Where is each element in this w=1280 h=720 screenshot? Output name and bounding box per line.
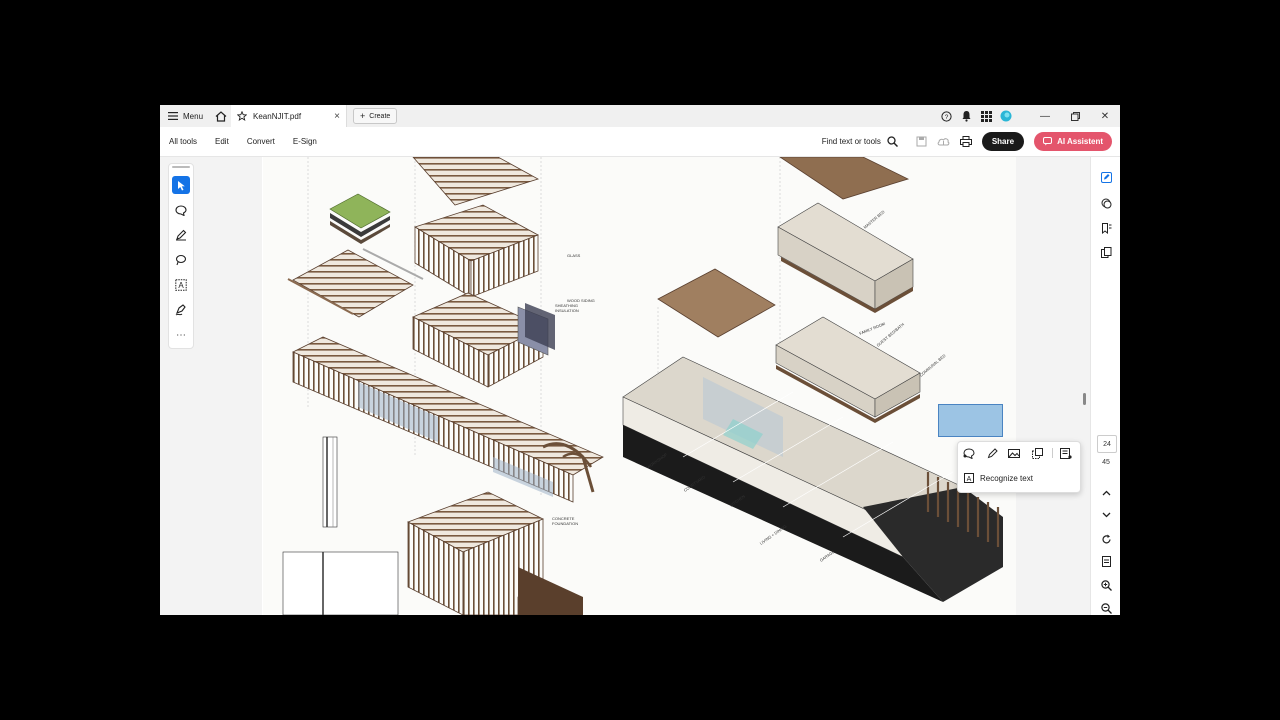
pencil-icon bbox=[176, 229, 187, 241]
esign-link[interactable]: E-Sign bbox=[284, 137, 326, 146]
right-rail: 24 45 bbox=[1090, 157, 1120, 615]
svg-text:?: ? bbox=[944, 113, 948, 120]
lasso-icon bbox=[175, 254, 187, 266]
star-icon bbox=[237, 111, 248, 121]
architectural-drawing: GLASS WOOD SIDING SHEATHING INSULATION C… bbox=[263, 157, 1016, 615]
document-viewport[interactable]: GLASS WOOD SIDING SHEATHING INSULATION C… bbox=[263, 157, 1016, 615]
vertical-scrollbar[interactable] bbox=[1081, 165, 1088, 605]
hamburger-icon bbox=[168, 112, 178, 120]
popup-separator bbox=[1052, 448, 1053, 458]
page-fit-icon[interactable] bbox=[1098, 553, 1114, 569]
close-window-button[interactable]: ✕ bbox=[1090, 105, 1120, 127]
edit-panel-icon[interactable] bbox=[1098, 169, 1114, 185]
ai-sparkle-icon bbox=[1043, 137, 1053, 146]
label-insulation: INSULATION bbox=[555, 308, 579, 313]
more-options-icon[interactable] bbox=[1059, 446, 1073, 460]
rail-handle[interactable] bbox=[172, 166, 190, 168]
svg-text:A: A bbox=[967, 476, 972, 483]
quick-tools-rail: A ⋯ bbox=[168, 163, 194, 349]
account-avatar[interactable] bbox=[996, 105, 1016, 127]
current-page-input[interactable]: 24 bbox=[1097, 435, 1117, 453]
rotate-icon[interactable] bbox=[1098, 531, 1114, 547]
main-toolbar: All tools Edit Convert E-Sign Find text … bbox=[160, 127, 1120, 157]
create-label: Create bbox=[369, 112, 391, 120]
recognize-text-label: Recognize text bbox=[980, 473, 1033, 483]
comment-icon bbox=[175, 204, 187, 216]
share-button[interactable]: Share bbox=[981, 132, 1025, 151]
recognize-text-item[interactable]: A Recognize text bbox=[964, 473, 1033, 483]
draw-pencil-icon[interactable] bbox=[985, 446, 999, 460]
comments-panel-icon[interactable] bbox=[1098, 195, 1114, 211]
next-page-icon[interactable] bbox=[1098, 507, 1114, 523]
previous-page-icon[interactable] bbox=[1098, 485, 1114, 501]
zoom-out-icon[interactable] bbox=[1098, 600, 1114, 615]
titlebar-right: ? — ✕ bbox=[936, 105, 1120, 127]
label-glass: GLASS bbox=[567, 253, 581, 258]
pen-sign-icon bbox=[175, 304, 186, 316]
highlight-tool[interactable] bbox=[172, 226, 190, 244]
svg-text:A: A bbox=[178, 281, 184, 290]
total-pages: 45 bbox=[1102, 459, 1110, 466]
select-tool[interactable] bbox=[172, 176, 190, 194]
ocr-icon: A bbox=[964, 473, 974, 483]
find-text-button[interactable]: Find text or tools bbox=[822, 136, 898, 147]
selected-region[interactable] bbox=[938, 404, 1003, 437]
text-box-icon: A bbox=[175, 279, 187, 291]
scroll-thumb[interactable] bbox=[1083, 393, 1086, 405]
create-button[interactable]: + Create bbox=[353, 108, 398, 124]
toolbar-right: Find text or tools Share AI Assistent bbox=[822, 127, 1112, 156]
popup-toolbar bbox=[958, 442, 1080, 464]
upload-cloud-icon[interactable] bbox=[937, 136, 950, 147]
home-button[interactable] bbox=[211, 105, 231, 127]
zoom-in-icon[interactable] bbox=[1098, 577, 1114, 593]
sign-tool[interactable] bbox=[172, 301, 190, 319]
image-edit-icon[interactable] bbox=[1007, 446, 1021, 460]
add-comment-icon[interactable] bbox=[962, 446, 976, 460]
bookmark-panel-icon[interactable] bbox=[1098, 220, 1114, 236]
ai-label: AI Assistent bbox=[1057, 137, 1103, 146]
all-tools-link[interactable]: All tools bbox=[160, 137, 206, 146]
home-icon bbox=[215, 110, 227, 122]
copy-icon[interactable] bbox=[1030, 446, 1044, 460]
ai-assistant-button[interactable]: AI Assistent bbox=[1034, 132, 1112, 151]
document-tab[interactable]: KeanNJIT.pdf × bbox=[231, 105, 348, 127]
close-tab-icon[interactable]: × bbox=[334, 111, 340, 122]
acrobat-window: Menu KeanNJIT.pdf × + Create ? — ✕ All t… bbox=[160, 105, 1120, 615]
print-icon[interactable] bbox=[959, 136, 972, 147]
draw-tool[interactable] bbox=[172, 251, 190, 269]
title-bar: Menu KeanNJIT.pdf × + Create ? — ✕ bbox=[160, 105, 1120, 127]
minimize-button[interactable]: — bbox=[1030, 105, 1060, 127]
right-gutter bbox=[1016, 157, 1090, 615]
apps-grid-icon[interactable] bbox=[976, 105, 996, 127]
find-label: Find text or tools bbox=[821, 137, 881, 146]
search-icon bbox=[887, 136, 898, 147]
tab-title: KeanNJIT.pdf bbox=[253, 111, 302, 121]
comment-tool[interactable] bbox=[172, 201, 190, 219]
edit-link[interactable]: Edit bbox=[206, 137, 238, 146]
cursor-icon bbox=[177, 180, 185, 190]
label-foundation: FOUNDATION bbox=[552, 521, 578, 526]
menu-label: Menu bbox=[183, 111, 204, 121]
selection-context-popup: A Recognize text bbox=[957, 441, 1081, 493]
convert-link[interactable]: Convert bbox=[238, 137, 284, 146]
restore-button[interactable] bbox=[1060, 105, 1090, 127]
help-icon[interactable]: ? bbox=[936, 105, 956, 127]
bell-icon[interactable] bbox=[956, 105, 976, 127]
more-tools-icon[interactable]: ⋯ bbox=[172, 326, 190, 344]
pages-panel-icon[interactable] bbox=[1098, 244, 1114, 260]
menu-button[interactable]: Menu bbox=[160, 105, 211, 127]
text-tool[interactable]: A bbox=[172, 276, 190, 294]
plus-icon: + bbox=[360, 111, 366, 121]
save-icon[interactable] bbox=[916, 136, 927, 147]
